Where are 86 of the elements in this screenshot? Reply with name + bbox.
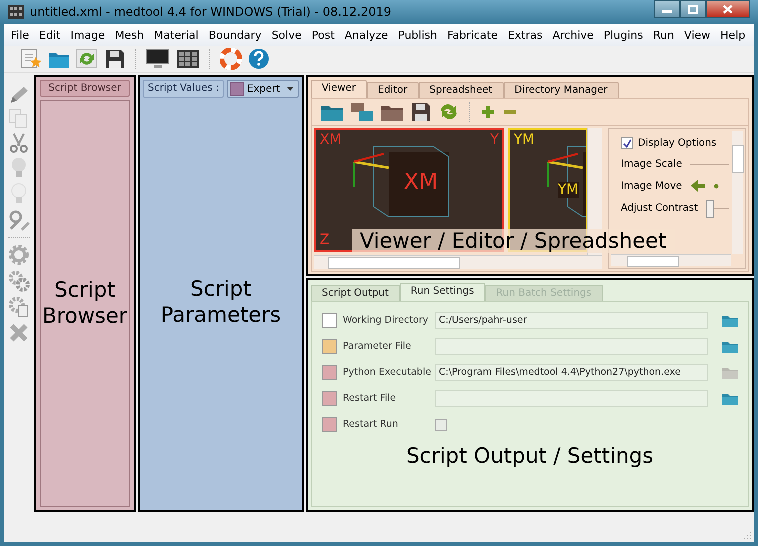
gear-icon[interactable] [8,244,30,266]
folders-icon[interactable] [350,102,374,122]
minimize-button[interactable] [654,0,680,18]
save-icon[interactable] [104,49,126,69]
setting-label: Parameter File [343,341,412,352]
grid-icon [8,5,24,19]
menu-item[interactable]: Archive [548,28,599,42]
horizontal-scrollbar[interactable] [611,254,731,266]
menu-item[interactable]: Fabricate [442,28,503,42]
checkbox[interactable] [621,137,633,149]
close-icon [723,4,733,14]
close-button[interactable] [706,0,750,18]
menu-item[interactable]: Run [648,28,680,42]
help-icon[interactable] [248,48,270,70]
output-tab[interactable]: Script Output [311,285,400,301]
menu-item[interactable]: Boundary [204,28,267,42]
vertical-scrollbar[interactable] [732,131,743,254]
view-label: YM [514,132,535,148]
axis-label: Y [490,132,499,148]
delete-icon[interactable] [8,322,30,344]
viewer-tab[interactable]: Editor [367,82,419,98]
menu-item[interactable]: Help [716,28,751,42]
menu-item[interactable]: Mesh [110,28,150,42]
refresh-icon[interactable] [438,102,460,122]
gears-icon[interactable] [8,270,30,292]
viewer-tab[interactable]: Spreadsheet [418,82,504,98]
menu-item[interactable]: Image [66,28,110,42]
new-file-icon[interactable] [20,49,42,69]
path-field[interactable] [435,390,708,407]
output-tab[interactable]: Run Settings [400,283,486,301]
viewer-tab[interactable]: Viewer [311,80,367,98]
menu-item[interactable]: View [679,28,716,42]
resize-grip-icon[interactable] [744,532,752,540]
axis-label: Z [320,232,330,248]
script-browser-button[interactable]: Script Browser [40,80,130,97]
viewer-tab[interactable]: Directory Manager [504,82,619,98]
annotation-label: Script Browser [41,278,129,329]
annotation-label: Script Parameters [160,277,282,328]
menu-item[interactable]: Analyze [340,28,394,42]
display-options-label: Display Options [638,138,717,148]
setting-label: Working Directory [343,315,429,326]
pencil-icon[interactable] [8,85,30,105]
folder-icon[interactable] [722,392,738,404]
menu-item[interactable]: File [6,28,34,42]
setting-label: Restart File [343,393,398,404]
folder-icon[interactable] [722,340,738,352]
path-field[interactable]: C:\Program Files\medtool 4.4\Python27\python.exe [435,364,708,381]
scissors-icon[interactable] [8,133,30,153]
lifebuoy-icon[interactable] [220,48,242,70]
menu-item[interactable]: Edit [34,28,66,42]
setting-label: Python Executable [343,367,429,378]
control-label: Image Scale [621,158,682,170]
view-label: XM [320,132,342,148]
annotation-label: Script Output / Settings [405,444,655,468]
plus-icon[interactable] [480,104,496,120]
refresh-icon[interactable] [76,49,98,69]
magnifier-pencil-icon[interactable] [8,209,30,231]
window-title: untitled.xml - medtool 4.4 for WINDOWS (Trial) - 08.12.2019 [30,5,392,19]
path-field[interactable] [435,338,708,355]
gear-document-icon[interactable] [8,296,30,318]
maximize-icon [688,4,698,14]
setting-label: Restart Run [343,419,400,430]
dot-icon[interactable] [714,184,720,188]
monitor-icon[interactable] [146,49,170,69]
path-field[interactable]: C:/Users/pahr-user [435,312,708,329]
menu-item[interactable]: Post [306,28,340,42]
slider-thumb[interactable] [706,200,714,218]
script-values-label: Script Values : [143,80,224,98]
dropdown-arrow-icon [287,87,294,91]
mode-dropdown[interactable]: Expert [227,80,299,98]
maximize-button[interactable] [680,0,706,18]
mode-swatch [230,82,244,96]
menu-item[interactable]: Plugins [598,28,648,42]
folder-icon[interactable] [722,314,738,326]
menu-item[interactable]: Solve [266,28,307,42]
horizontal-scrollbar[interactable] [314,255,602,269]
menu-item[interactable]: Publish [393,28,442,42]
save-icon[interactable] [410,102,432,122]
menu-item[interactable]: Material [149,28,204,42]
grid-icon[interactable] [176,49,200,69]
control-label: Adjust Contrast [621,202,698,214]
menu-item[interactable]: Extras [502,28,548,42]
checkbox[interactable] [435,418,447,430]
slice-label: YM [558,182,579,198]
left-arrow-icon[interactable] [690,179,706,193]
control-label: Image Move [621,180,682,192]
